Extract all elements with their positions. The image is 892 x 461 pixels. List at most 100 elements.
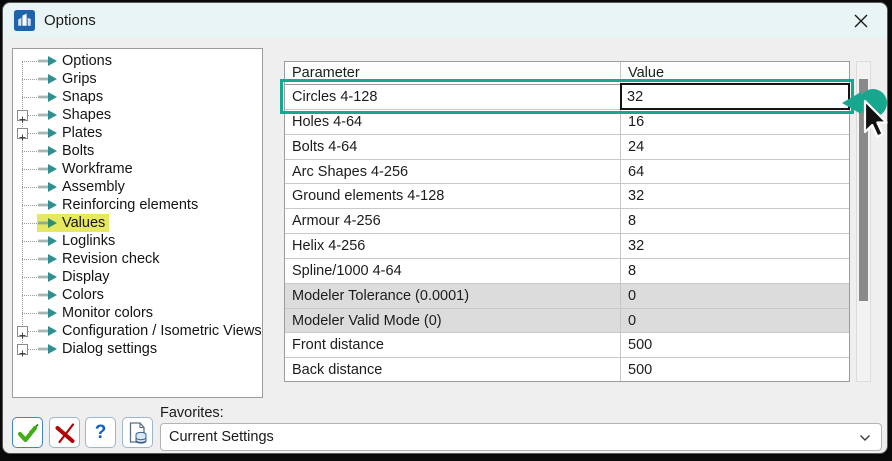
parameter-cell[interactable]: Modeler Tolerance (0.0001)	[285, 283, 621, 308]
value-cell[interactable]: 500	[621, 358, 849, 381]
parameter-cell[interactable]: Spline/1000 4-64	[285, 258, 621, 283]
table-row[interactable]: Helix 4-256 32	[285, 234, 849, 259]
sidebar-item-plates[interactable]: Plates	[13, 124, 262, 142]
value-cell[interactable]: 64	[621, 160, 849, 184]
value-cell[interactable]: 16	[621, 110, 849, 134]
parameter-cell[interactable]: Bolts 4-64	[285, 134, 621, 159]
vertical-scrollbar[interactable]	[856, 61, 871, 382]
tree-connector	[22, 151, 37, 152]
sidebar-item-display[interactable]: Display	[13, 268, 262, 286]
tree-connector	[22, 277, 37, 278]
arrow-right-icon	[38, 344, 57, 354]
sidebar-item-label: Plates	[62, 125, 103, 141]
sidebar-item-monitor-colors[interactable]: Monitor colors	[13, 304, 262, 322]
favorites-combobox[interactable]: Current Settings	[160, 423, 882, 451]
sidebar-item-values[interactable]: Values	[13, 214, 262, 232]
value-cell[interactable]: 8	[621, 209, 849, 233]
app-logo-icon	[14, 10, 35, 31]
save-favorites-button[interactable]	[122, 417, 153, 448]
arrow-right-icon	[38, 218, 57, 228]
sidebar-item-workframe[interactable]: Workframe	[13, 160, 262, 178]
value-cell[interactable]: 24	[621, 135, 849, 159]
sidebar-item-revision-check[interactable]: Revision check	[13, 250, 262, 268]
arrow-right-icon	[38, 74, 57, 84]
options-dialog: Options Options Grips Snaps Shapes Plate…	[2, 2, 888, 454]
tree-connector	[22, 187, 37, 188]
table-row[interactable]: Bolts 4-64 24	[285, 134, 849, 160]
sidebar-item-label: Bolts	[62, 143, 95, 159]
parameter-cell[interactable]: Circles 4-128	[285, 85, 621, 109]
table-row[interactable]: Arc Shapes 4-256 64	[285, 159, 849, 185]
parameter-cell[interactable]: Back distance	[285, 358, 621, 381]
parameter-cell[interactable]: Armour 4-256	[285, 209, 621, 234]
parameter-cell[interactable]: Front distance	[285, 333, 621, 358]
arrow-right-icon	[38, 182, 57, 192]
parameter-cell[interactable]: Ground elements 4-128	[285, 184, 621, 209]
plus-box-icon[interactable]	[17, 326, 28, 339]
arrow-right-icon	[38, 236, 57, 246]
sidebar-item-colors[interactable]: Colors	[13, 286, 262, 304]
value-cell[interactable]: 0	[621, 284, 849, 308]
tree-connector	[22, 313, 37, 314]
arrow-right-icon	[38, 110, 57, 120]
arrow-right-icon	[38, 92, 57, 102]
table-row[interactable]: Holes 4-64 16	[285, 109, 849, 135]
table-row[interactable]: Front distance 500	[285, 333, 849, 359]
value-cell[interactable]: 32	[621, 234, 849, 258]
table-row-disabled[interactable]: Modeler Tolerance (0.0001) 0	[285, 283, 849, 309]
sidebar-item-dialog-settings[interactable]: Dialog settings	[13, 340, 262, 358]
table-row-disabled[interactable]: Modeler Valid Mode (0) 0	[285, 308, 849, 334]
sidebar-item-bolts[interactable]: Bolts	[13, 142, 262, 160]
tree-connector	[22, 169, 37, 170]
scrollbar-thumb[interactable]	[859, 79, 868, 301]
value-cell[interactable]: 0	[621, 309, 849, 333]
sidebar-item-shapes[interactable]: Shapes	[13, 106, 262, 124]
sidebar-item-label: Shapes	[62, 107, 112, 123]
chevron-down-icon[interactable]	[859, 434, 871, 442]
value-cell[interactable]: 32	[621, 184, 849, 208]
table-row[interactable]: Spline/1000 4-64 8	[285, 258, 849, 284]
column-header-value[interactable]: Value	[621, 62, 849, 84]
table-row[interactable]: Back distance 500	[285, 358, 849, 381]
sidebar-item-label: Colors	[62, 287, 104, 303]
title-bar: Options	[3, 3, 887, 38]
sidebar-item-grips[interactable]: Grips	[13, 70, 262, 88]
sidebar-item-reinforcing-elements[interactable]: Reinforcing elements	[13, 196, 262, 214]
value-cell[interactable]: 8	[621, 259, 849, 283]
plus-box-icon[interactable]	[17, 344, 28, 357]
parameter-cell[interactable]: Modeler Valid Mode (0)	[285, 308, 621, 333]
ok-button[interactable]	[12, 417, 43, 448]
plus-box-icon[interactable]	[17, 128, 28, 141]
favorites-selected-value: Current Settings	[169, 429, 274, 445]
tree-connector	[22, 79, 37, 80]
table-row[interactable]: Ground elements 4-128 32	[285, 184, 849, 210]
sidebar-item-options[interactable]: Options	[13, 52, 262, 70]
sidebar-item-label: Options	[62, 53, 112, 69]
arrow-right-icon	[38, 146, 57, 156]
close-button[interactable]	[847, 9, 875, 33]
plus-box-icon[interactable]	[17, 110, 28, 123]
sidebar-item-label: Display	[62, 269, 110, 285]
window-title: Options	[44, 12, 96, 29]
sidebar-item-label: Dialog settings	[62, 341, 158, 357]
arrow-right-icon	[38, 272, 57, 282]
column-header-parameter[interactable]: Parameter	[285, 62, 621, 84]
sidebar-item-assembly[interactable]: Assembly	[13, 178, 262, 196]
red-cross-icon	[55, 422, 74, 443]
sidebar-item-snaps[interactable]: Snaps	[13, 88, 262, 106]
value-edit-input[interactable]	[620, 83, 850, 110]
parameter-cell[interactable]: Holes 4-64	[285, 109, 621, 134]
arrow-right-icon	[38, 128, 57, 138]
sidebar-item-configuration-isometric-views[interactable]: Configuration / Isometric Views	[13, 322, 262, 340]
table-row[interactable]: Armour 4-256 8	[285, 209, 849, 235]
sidebar-item-loglinks[interactable]: Loglinks	[13, 232, 262, 250]
parameter-cell[interactable]: Helix 4-256	[285, 234, 621, 258]
value-cell[interactable]: 500	[621, 333, 849, 357]
cancel-button[interactable]	[49, 417, 80, 448]
tree-connector	[22, 241, 37, 242]
question-mark-icon: ?	[94, 421, 107, 443]
parameter-cell[interactable]: Arc Shapes 4-256	[285, 159, 621, 184]
tree-connector	[22, 295, 37, 296]
sidebar-item-label: Configuration / Isometric Views	[62, 323, 262, 339]
help-button[interactable]: ?	[85, 417, 116, 448]
